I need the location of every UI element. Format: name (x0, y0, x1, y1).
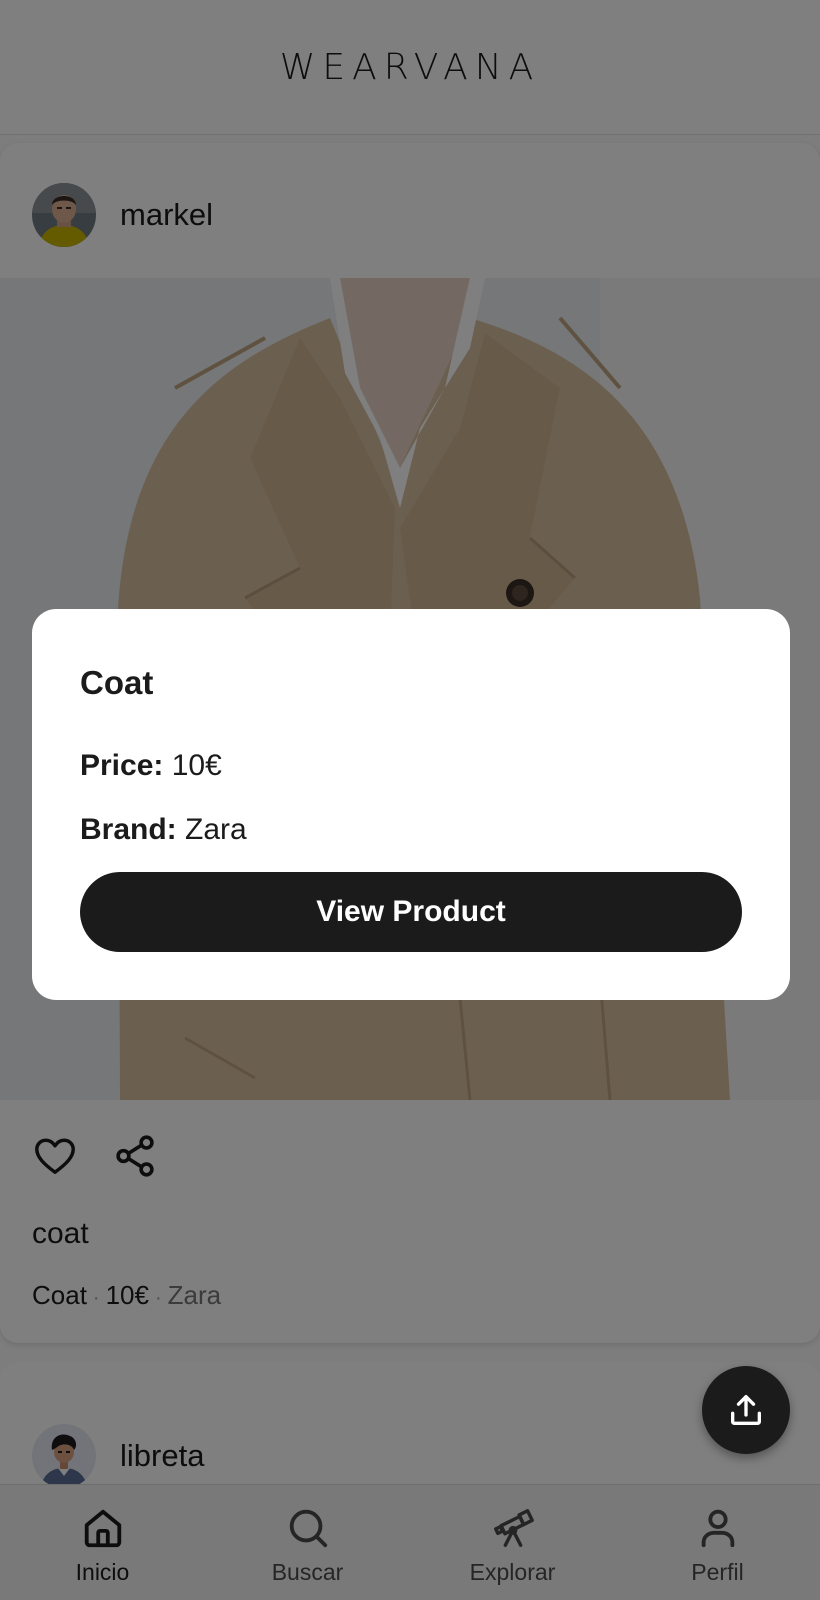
upload-icon (731, 1395, 761, 1425)
upload-button[interactable] (702, 1366, 790, 1454)
modal-title: Coat (80, 664, 154, 701)
product-modal: Coat Price: 10€ Brand: Zara View Product (32, 609, 790, 1000)
view-product-button[interactable]: View Product (80, 872, 742, 952)
app-screen: WEARVANA markel (0, 0, 820, 1600)
modal-price: Price: 10€ (80, 749, 222, 783)
price-value: 10€ (171, 749, 222, 782)
modal-brand: Brand: Zara (80, 813, 247, 847)
brand-label: Brand: (80, 813, 177, 846)
price-label: Price: (80, 749, 164, 782)
brand-value: Zara (185, 813, 247, 846)
